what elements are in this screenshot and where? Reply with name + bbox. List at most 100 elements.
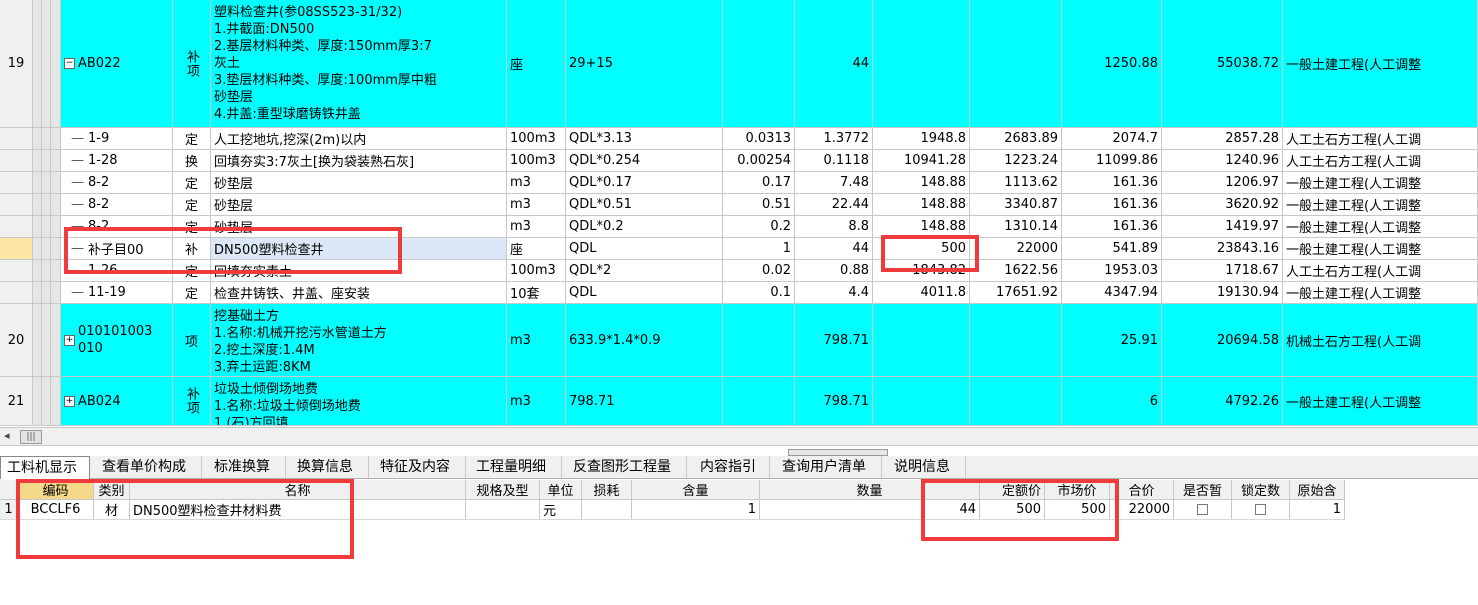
- cell-c12[interactable]: 20694.58: [1162, 304, 1283, 376]
- cell-unit[interactable]: m3: [507, 194, 566, 215]
- cell-unit[interactable]: m3: [507, 172, 566, 193]
- col-code[interactable]: 编码: [18, 480, 94, 499]
- cell-unit[interactable]: m3: [507, 216, 566, 237]
- cell-c11[interactable]: 541.89: [1062, 238, 1162, 259]
- cell-c10[interactable]: [970, 0, 1062, 127]
- cell-type[interactable]: 定: [173, 216, 211, 237]
- cell-unit[interactable]: 100m3: [507, 260, 566, 281]
- cell-c8[interactable]: 0.88: [795, 260, 873, 281]
- cell-c7[interactable]: [723, 0, 795, 127]
- cell-c9[interactable]: 1948.8: [873, 128, 970, 149]
- cell-c11[interactable]: 25.91: [1062, 304, 1162, 376]
- tab-content-guide[interactable]: 内容指引: [694, 456, 770, 478]
- cell-c7[interactable]: 1: [723, 238, 795, 259]
- cell-name[interactable]: 回填夯实素土: [211, 260, 507, 281]
- cell-unit[interactable]: 100m3: [507, 128, 566, 149]
- material-sum[interactable]: 22000: [1110, 500, 1174, 519]
- tab-user-list[interactable]: 查询用户清单: [776, 456, 882, 478]
- cell-code[interactable]: — 1-9: [61, 128, 173, 149]
- cell-num[interactable]: [0, 172, 33, 193]
- row-1-28[interactable]: —1-28 换回填夯实3:7灰土[换为袋装熟石灰] 100m3 QDL*0.254 0.…: [0, 150, 1478, 172]
- cell-type[interactable]: 定: [173, 194, 211, 215]
- material-name[interactable]: DN500塑料检查井材料费: [130, 500, 466, 519]
- col-loss[interactable]: 损耗: [582, 480, 632, 499]
- cell-expr[interactable]: QDL*0.51: [566, 194, 723, 215]
- cell-c11[interactable]: 1250.88: [1062, 0, 1162, 127]
- cell-c12[interactable]: 1240.96: [1162, 150, 1283, 171]
- cell-c9[interactable]: [873, 0, 970, 127]
- cell-c12[interactable]: 1206.97: [1162, 172, 1283, 193]
- material-content[interactable]: 1: [632, 500, 760, 519]
- cell-unit[interactable]: m3: [507, 304, 566, 376]
- row-20[interactable]: 20 +010101003 010 项挖基础土方 1.名称:机械开挖污水管道土方 2.挖土…: [0, 304, 1478, 377]
- cell-num[interactable]: [0, 260, 33, 281]
- cell-name[interactable]: 砂垫层: [211, 216, 507, 237]
- lock-checkbox[interactable]: [1232, 500, 1290, 519]
- cell-c10[interactable]: 1310.14: [970, 216, 1062, 237]
- material-orig[interactable]: 1: [1290, 500, 1345, 519]
- cell-unit[interactable]: 100m3: [507, 150, 566, 171]
- col-content[interactable]: 含量: [632, 480, 760, 499]
- cell-expr[interactable]: QDL*2: [566, 260, 723, 281]
- cell-unit[interactable]: 座: [507, 0, 566, 127]
- cell-num[interactable]: [0, 216, 33, 237]
- cell-c9[interactable]: 4011.8: [873, 282, 970, 303]
- cell-num[interactable]: [0, 128, 33, 149]
- cell-type[interactable]: 补项: [173, 377, 211, 425]
- cell-c7[interactable]: 0.51: [723, 194, 795, 215]
- cell-c8[interactable]: 798.71: [795, 304, 873, 376]
- cell-c7[interactable]: 0.17: [723, 172, 795, 193]
- cell-c12[interactable]: 19130.94: [1162, 282, 1283, 303]
- cell-expr[interactable]: QDL*0.2: [566, 216, 723, 237]
- cell-code[interactable]: — 8-2: [61, 216, 173, 237]
- cell-c12[interactable]: 3620.92: [1162, 194, 1283, 215]
- cell-c10[interactable]: 17651.92: [970, 282, 1062, 303]
- cell-code[interactable]: — 1-28: [61, 150, 173, 171]
- cell-c8[interactable]: 22.44: [795, 194, 873, 215]
- cell-c11[interactable]: 6: [1062, 377, 1162, 425]
- cell-c13[interactable]: 一般土建工程(人工调整: [1283, 172, 1478, 193]
- col-orig[interactable]: 原始含: [1290, 480, 1345, 499]
- cell-expr[interactable]: QDL*3.13: [566, 128, 723, 149]
- cell-expr[interactable]: QDL: [566, 238, 723, 259]
- cell-c13[interactable]: 机械土石方工程(人工调: [1283, 304, 1478, 376]
- cell-c9[interactable]: 148.88: [873, 172, 970, 193]
- collapse-icon[interactable]: −: [64, 58, 75, 69]
- cell-c9[interactable]: [873, 304, 970, 376]
- cell-c8[interactable]: 798.71: [795, 377, 873, 425]
- cell-num[interactable]: 21: [0, 377, 33, 425]
- material-row[interactable]: 1 BCCLF6 材 DN500塑料检查井材料费 元 1 44 500 500 …: [0, 500, 1345, 520]
- row-subitem-00[interactable]: — 补子目00 补 DN500塑料检查井座 QDL 1 44 500 22000 541.89 23…: [0, 238, 1478, 260]
- cell-c11[interactable]: 4347.94: [1062, 282, 1162, 303]
- cell-c13[interactable]: 人工土石方工程(人工调: [1283, 128, 1478, 149]
- col-qty[interactable]: 数量: [760, 480, 980, 499]
- col-type[interactable]: 类别: [94, 480, 130, 499]
- col-quota-price[interactable]: 定额价: [980, 480, 1045, 499]
- cell-c10[interactable]: 1223.24: [970, 150, 1062, 171]
- cell-type[interactable]: 定: [173, 260, 211, 281]
- tab-features[interactable]: 特征及内容: [374, 456, 466, 478]
- cell-c7[interactable]: [723, 304, 795, 376]
- cell-c8[interactable]: 4.4: [795, 282, 873, 303]
- cell-code[interactable]: − AB022: [61, 0, 173, 127]
- cell-c12[interactable]: 55038.72: [1162, 0, 1283, 127]
- cell-c9[interactable]: 10941.28: [873, 150, 970, 171]
- cell-type[interactable]: 定: [173, 282, 211, 303]
- cell-c13[interactable]: 一般土建工程(人工调整: [1283, 216, 1478, 237]
- cell-num[interactable]: 20: [0, 304, 33, 376]
- cell-num[interactable]: [0, 150, 33, 171]
- cell-c7[interactable]: 0.2: [723, 216, 795, 237]
- material-unit[interactable]: 元: [540, 500, 582, 519]
- col-temp[interactable]: 是否暂: [1174, 480, 1232, 499]
- cell-type[interactable]: 定: [173, 128, 211, 149]
- cell-expr[interactable]: 798.71: [566, 377, 723, 425]
- cell-c12[interactable]: 23843.16: [1162, 238, 1283, 259]
- cell-expr[interactable]: QDL*0.17: [566, 172, 723, 193]
- tab-unit-price[interactable]: 查看单价构成: [96, 456, 202, 478]
- cell-c13[interactable]: 人工土石方工程(人工调: [1283, 150, 1478, 171]
- cell-name[interactable]: 人工挖地坑,挖深(2m)以内: [211, 128, 507, 149]
- cell-expr[interactable]: 633.9*1.4*0.9: [566, 304, 723, 376]
- scroll-thumb[interactable]: |||: [20, 430, 42, 444]
- cell-name[interactable]: 检查井铸铁、井盖、座安装: [211, 282, 507, 303]
- cell-c7[interactable]: 0.02: [723, 260, 795, 281]
